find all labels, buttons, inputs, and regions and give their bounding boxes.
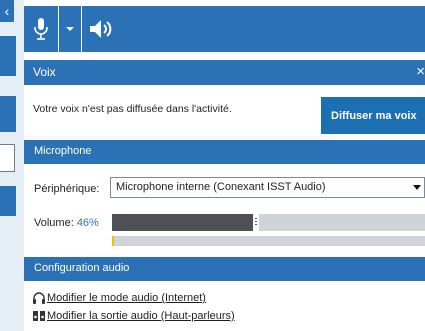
microphone-section: Périphérique: Microphone interne (Conexa…	[24, 164, 425, 257]
left-sidebar-strip: ‹	[0, 0, 25, 331]
dropdown-arrow-icon	[413, 185, 421, 190]
audio-mode-link[interactable]: Modifier le mode audio (Internet)	[47, 292, 206, 304]
microphone-section-header: Microphone	[24, 140, 425, 164]
volume-label: Volume: 46%	[34, 217, 99, 229]
audio-config-section-header: Configuration audio	[24, 257, 425, 281]
audio-toolbar	[24, 0, 425, 60]
broadcast-status-row: Votre voix n'est pas diffusée dans l'act…	[24, 86, 425, 136]
device-select[interactable]: Microphone interne (Conexant ISST Audio)	[110, 177, 425, 198]
audio-output-link-row[interactable]: Modifier la sortie audio (Haut-parleurs)	[32, 309, 235, 323]
collapse-icon[interactable]: ‹	[0, 0, 14, 22]
input-level-meter	[112, 236, 425, 246]
close-icon[interactable]: ×	[416, 63, 425, 80]
microphone-button[interactable]	[24, 6, 58, 52]
volume-label-text: Volume:	[34, 217, 74, 229]
microphone-section-title: Microphone	[34, 145, 92, 157]
microphone-options-button[interactable]	[59, 6, 81, 52]
audio-output-link[interactable]: Modifier la sortie audio (Haut-parleurs)	[47, 310, 235, 322]
volume-slider-handle[interactable]	[253, 214, 259, 231]
sidebar-tab[interactable]	[0, 96, 16, 132]
panel-header: Voix ×	[24, 60, 425, 85]
panel-title: Voix	[33, 65, 56, 79]
audio-config-section-title: Configuration audio	[34, 262, 130, 274]
chevron-down-icon	[66, 27, 74, 31]
volume-slider-fill	[112, 214, 256, 231]
toolbar-background	[122, 6, 425, 52]
volume-percent: 46%	[76, 217, 99, 229]
broadcast-status-message: Votre voix n'est pas diffusée dans l'act…	[33, 103, 232, 115]
sidebar-tab-selected[interactable]	[0, 144, 15, 172]
sidebar-tab[interactable]	[0, 186, 16, 216]
input-level-marker	[112, 236, 114, 246]
speaker-icon	[90, 20, 112, 38]
headset-icon	[33, 292, 45, 304]
volume-slider[interactable]	[112, 214, 425, 231]
device-select-value: Microphone interne (Conexant ISST Audio)	[116, 181, 326, 193]
speakers-icon	[33, 311, 45, 321]
microphone-icon	[34, 18, 48, 40]
voice-panel: Voix × Votre voix n'est pas diffusée dan…	[24, 0, 425, 331]
audio-mode-link-row[interactable]: Modifier le mode audio (Internet)	[32, 291, 206, 305]
device-label: Périphérique:	[34, 183, 100, 195]
broadcast-voice-button[interactable]: Diffuser ma voix	[321, 97, 425, 134]
sidebar-tab[interactable]	[0, 36, 16, 76]
audio-config-section: Modifier le mode audio (Internet) Modifi…	[24, 281, 425, 331]
speaker-button[interactable]	[82, 6, 122, 52]
